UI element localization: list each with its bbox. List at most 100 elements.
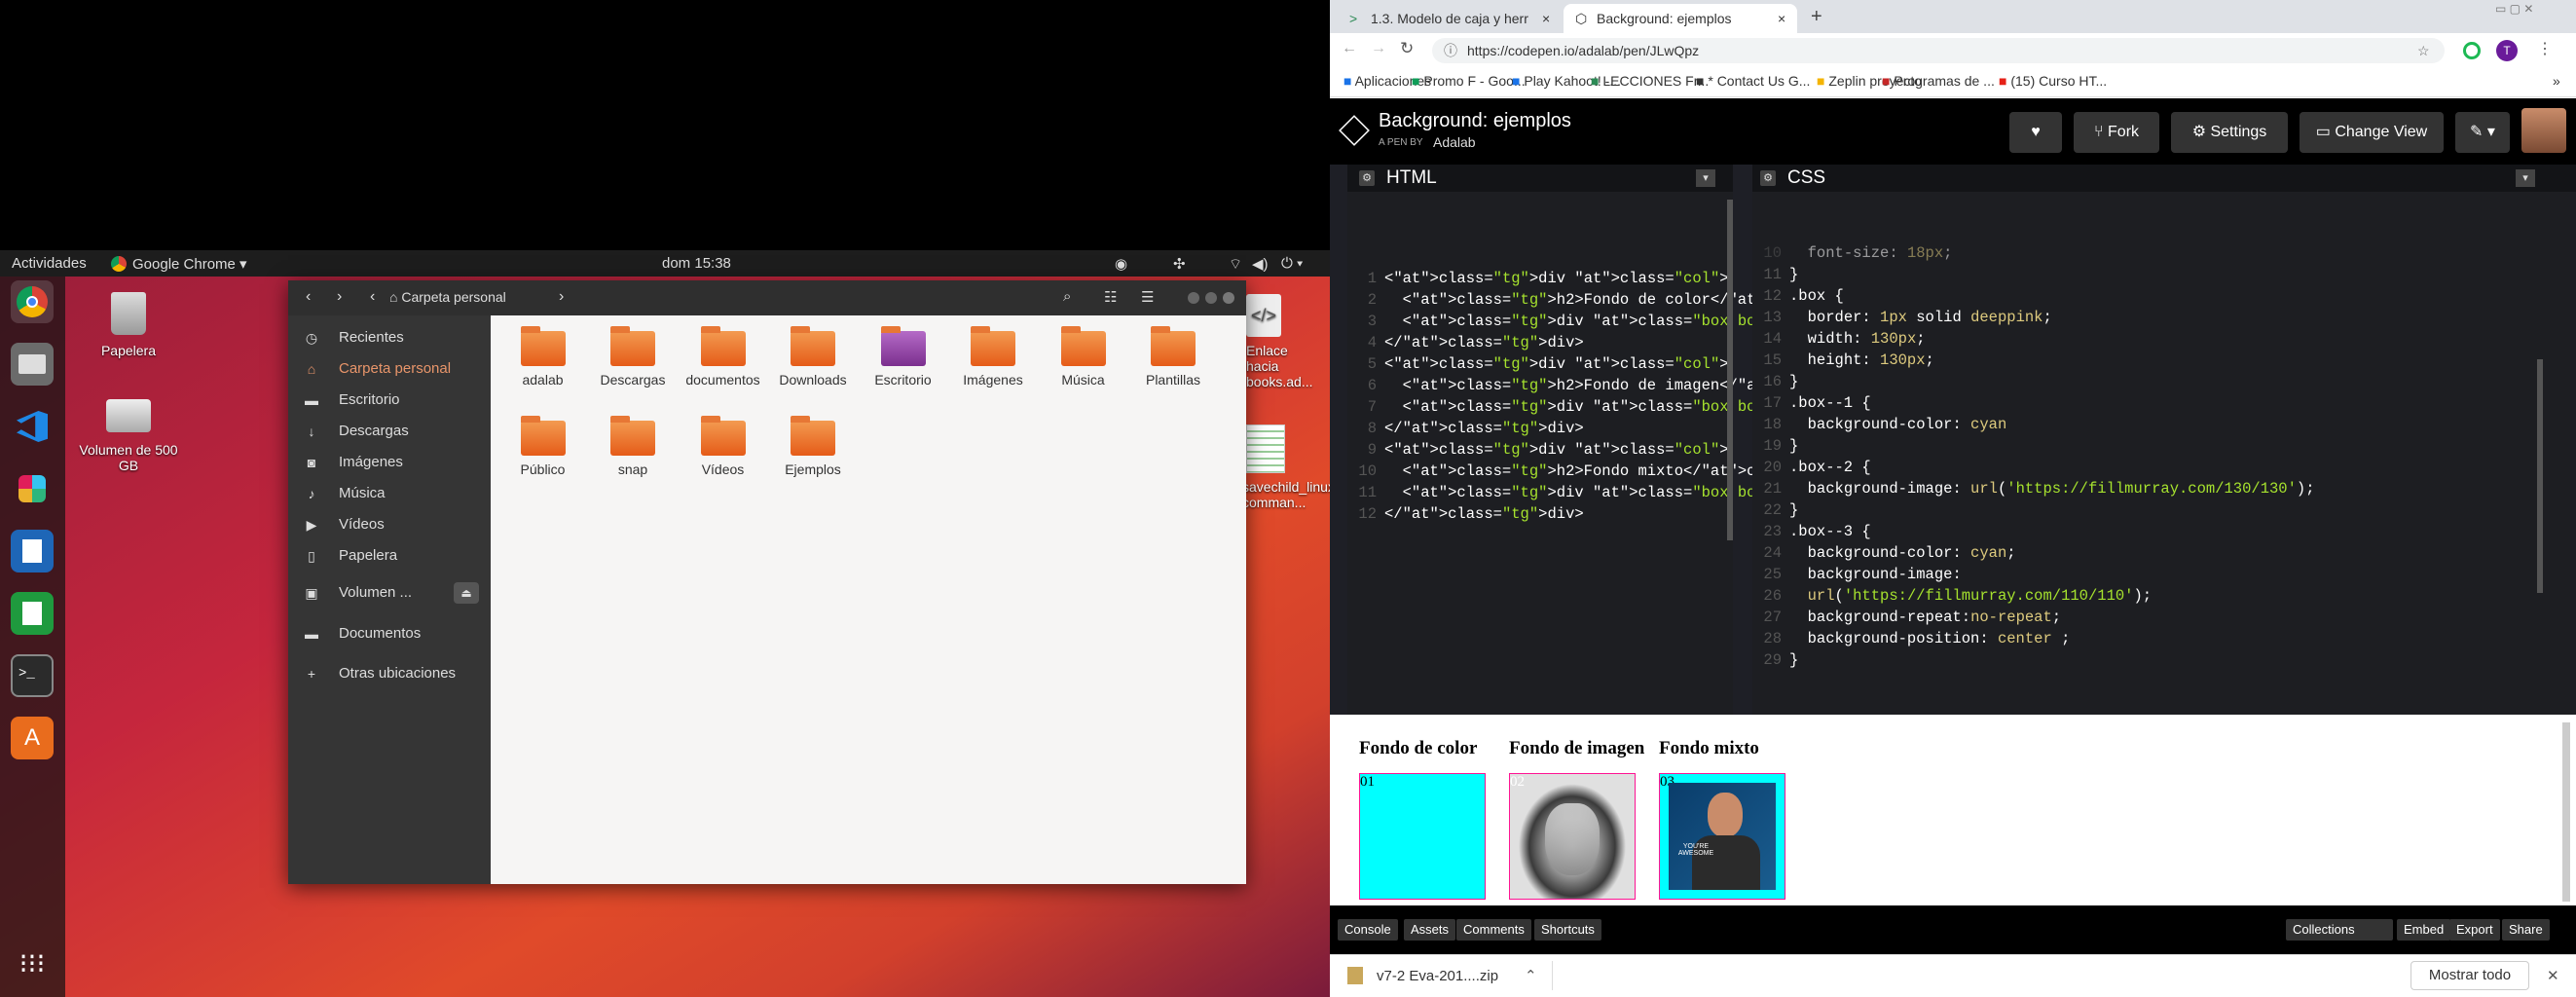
clock[interactable]: dom 15:38 [662, 255, 731, 272]
chevron-up-icon[interactable]: ⌃ [1525, 967, 1537, 984]
html-scrollbar[interactable] [1727, 200, 1733, 540]
folder-item[interactable]: Plantillas [1127, 325, 1220, 388]
tab-modelo-caja[interactable]: > 1.3. Modelo de caja y herr × [1338, 4, 1562, 33]
calc-dock-icon[interactable] [11, 592, 54, 635]
search-icon[interactable]: ⌕ [1063, 288, 1071, 305]
love-button[interactable]: ♥ [2009, 112, 2062, 153]
app-grid-icon[interactable]: ⁝⁝⁝ [11, 942, 54, 985]
footer-embed-button[interactable]: Embed [2397, 919, 2451, 941]
path-home-button[interactable]: ⌂ Carpeta personal [389, 289, 506, 305]
network-icon[interactable]: ✣ [1173, 255, 1186, 273]
css-scrollbar[interactable] [2537, 359, 2543, 593]
settings-button[interactable]: ⚙ Settings [2171, 112, 2288, 153]
folder-item[interactable]: Vídeos [677, 415, 769, 477]
bookmarks-overflow-icon[interactable]: » [2553, 73, 2560, 89]
result-scrollbar[interactable] [2562, 722, 2570, 902]
bookmark-item[interactable]: ■ Promo F - Goo... [1412, 73, 1526, 89]
folder-item[interactable]: Público [497, 415, 589, 477]
sidebar-item-6[interactable]: ▶ Vídeos [288, 510, 491, 539]
gear-icon[interactable]: ⚙ [1359, 170, 1375, 186]
bookmark-item[interactable]: ■ LECCIONES Fr... [1591, 73, 1709, 89]
bookmark-item[interactable]: ■ Programas de ... [1882, 73, 1995, 89]
volume-desktop-icon[interactable]: Volumen de 500 GB [75, 399, 182, 473]
folder-item[interactable]: Música [1037, 325, 1129, 388]
reload-button[interactable]: ↻ [1400, 39, 1414, 58]
folder-item[interactable]: adalab [497, 325, 589, 388]
sidebar-item-3[interactable]: ↓ Descargas [288, 417, 491, 446]
chevron-down-icon[interactable]: ▾ [1696, 169, 1715, 187]
slack-dock-icon[interactable] [11, 467, 54, 510]
footer-console-button[interactable]: Console [1338, 919, 1398, 941]
bookmark-item[interactable]: ■ * Contact Us G... [1696, 73, 1810, 89]
maximize-button[interactable] [1205, 292, 1217, 304]
view-options-icon[interactable]: ☷ [1104, 288, 1117, 306]
folder-item[interactable]: Descargas [587, 325, 680, 388]
writer-dock-icon[interactable] [11, 530, 54, 572]
menu-icon[interactable]: ☰ [1141, 288, 1154, 306]
sidebar-item-5[interactable]: ♪ Música [288, 479, 491, 508]
chevron-down-icon[interactable]: ▾ [2516, 169, 2535, 187]
folder-item[interactable]: Imágenes [947, 325, 1040, 388]
forward-button[interactable]: › [337, 288, 342, 306]
power-icon[interactable]: ⏻ ▾ [1281, 255, 1303, 272]
tab-close-icon[interactable]: × [1778, 4, 1785, 33]
wifi-icon[interactable]: ⌔ [1229, 255, 1242, 274]
folder-item[interactable]: documentos [677, 325, 769, 388]
folder-item[interactable]: Ejemplos [767, 415, 860, 477]
back-button[interactable]: ‹ [306, 288, 311, 306]
footer-share-button[interactable]: Share [2502, 919, 2550, 941]
chrome-menu-icon[interactable]: ⋮ [2537, 39, 2553, 58]
software-dock-icon[interactable]: A [11, 717, 54, 759]
trash-desktop-icon[interactable]: Papelera [75, 292, 182, 358]
tab-background-ejemplos[interactable]: ⬡ Background: ejemplos × [1564, 4, 1797, 33]
footer-shortcuts-button[interactable]: Shortcuts [1534, 919, 1601, 941]
path-right-arrow[interactable]: › [559, 288, 564, 306]
volume-icon[interactable]: ◀) [1252, 255, 1269, 273]
window-controls[interactable]: ▭ ▢ ✕ [2495, 2, 2533, 16]
vscode-dock-icon[interactable] [11, 405, 54, 448]
files-dock-icon[interactable] [11, 343, 54, 386]
download-filename[interactable]: v7-2 Eva-201....zip [1377, 968, 1498, 984]
back-button[interactable]: ← [1342, 40, 1357, 57]
app-menu[interactable]: Google Chrome ▾ [132, 255, 247, 273]
pin-button[interactable]: ✎ ▾ [2455, 112, 2510, 153]
change-view-button[interactable]: ▭ Change View [2300, 112, 2444, 153]
pen-author[interactable]: Adalab [1433, 134, 1476, 150]
address-bar[interactable]: ⓘ https://codepen.io/adalab/pen/JLwQpz ☆ [1432, 38, 2445, 63]
close-button[interactable] [1223, 292, 1234, 304]
codepen-logo-icon[interactable] [1339, 115, 1370, 146]
footer-comments-button[interactable]: Comments [1456, 919, 1531, 941]
sidebar-item-9[interactable]: ▬ Documentos [288, 619, 491, 648]
grammarly-icon[interactable] [2463, 42, 2481, 59]
user-avatar[interactable] [2521, 108, 2566, 153]
footer-collections-button[interactable]: Collections [2286, 919, 2393, 941]
bookmark-item[interactable]: ■ (15) Curso HT... [1999, 73, 2107, 89]
accessibility-icon[interactable]: ◉ [1115, 255, 1127, 273]
fork-button[interactable]: ⑂ Fork [2074, 112, 2159, 153]
close-icon[interactable]: ✕ [2547, 967, 2559, 984]
forward-button[interactable]: → [1371, 40, 1386, 57]
terminal-dock-icon[interactable]: >_ [11, 654, 54, 697]
sidebar-item-10[interactable]: + Otras ubicaciones [288, 659, 491, 688]
folder-item[interactable]: Escritorio [857, 325, 949, 388]
minimize-button[interactable] [1188, 292, 1199, 304]
star-icon[interactable]: ☆ [2417, 38, 2430, 63]
gear-icon[interactable]: ⚙ [1760, 170, 1776, 186]
sidebar-item-1[interactable]: ⌂ Carpeta personal [288, 354, 491, 384]
sidebar-item-0[interactable]: ◷ Recientes [288, 323, 491, 352]
folder-item[interactable]: snap [587, 415, 680, 477]
css-code[interactable]: 10 font-size: 18px; 11} 12 .box {13 border:… [1752, 242, 2314, 671]
path-left-arrow[interactable]: ‹ [370, 288, 375, 306]
tab-close-icon[interactable]: × [1542, 4, 1550, 33]
sidebar-item-4[interactable]: ◙ Imágenes [288, 448, 491, 477]
footer-assets-button[interactable]: Assets [1404, 919, 1456, 941]
folder-item[interactable]: Downloads [767, 325, 860, 388]
pen-title[interactable]: Background: ejemplos [1379, 110, 1571, 132]
new-tab-button[interactable]: + [1811, 6, 1822, 28]
activities-button[interactable]: Actividades [12, 255, 87, 272]
footer-export-button[interactable]: Export [2449, 919, 2500, 941]
eject-icon[interactable]: ⏏ [454, 582, 479, 604]
profile-avatar[interactable]: T [2496, 40, 2518, 61]
sidebar-item-7[interactable]: ▯ Papelera [288, 541, 491, 571]
show-all-button[interactable]: Mostrar todo [2410, 961, 2529, 990]
